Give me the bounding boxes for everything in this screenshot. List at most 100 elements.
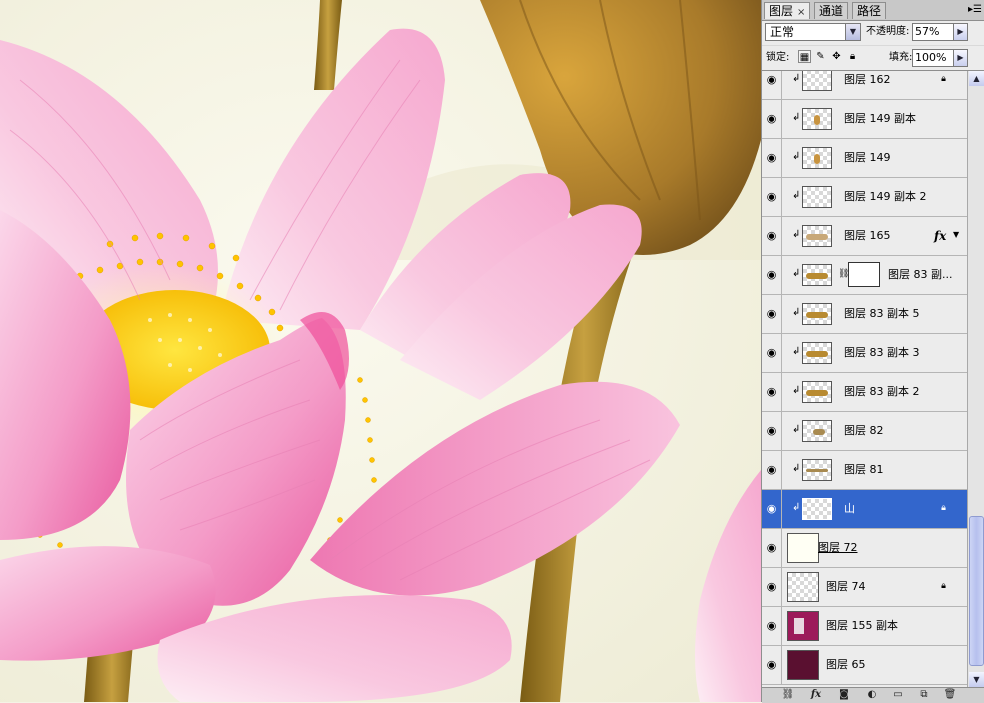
scroll-down-icon[interactable]: ▼ <box>969 672 984 687</box>
layer-thumbnail <box>802 147 832 169</box>
layer-thumbnail <box>787 572 819 602</box>
tab-channels[interactable]: 通道 <box>814 2 849 19</box>
tab-paths[interactable]: 路径 <box>852 2 887 19</box>
layer-row[interactable]: ◉ ↲ ⛓ 图层 83 副... <box>762 256 967 295</box>
clipping-arrow-icon: ↲ <box>792 463 801 474</box>
layer-name[interactable]: 图层 155 副本 <box>826 607 898 645</box>
layer-name[interactable]: 山 <box>844 490 855 528</box>
layer-row[interactable]: ◉ ↲ 图层 83 副本 2 <box>762 373 967 412</box>
layer-lock-icon: 🔒︎ <box>941 503 946 513</box>
layer-name[interactable]: 图层 83 副... <box>888 256 952 294</box>
eye-icon[interactable]: ◉ <box>762 607 782 645</box>
layer-name[interactable]: 图层 165 <box>844 217 891 255</box>
eye-icon[interactable]: ◉ <box>762 373 782 411</box>
chevron-down-icon[interactable]: ▼ <box>845 24 860 40</box>
fill-input[interactable]: 100% <box>912 49 954 67</box>
lock-all-icon[interactable]: 🔒︎ <box>846 50 859 63</box>
fill-slider-arrow-icon[interactable]: ▶ <box>954 49 968 67</box>
layer-thumbnail <box>802 342 832 364</box>
new-layer-icon[interactable]: ⧉ <box>916 688 932 702</box>
lock-transparent-pixels-icon[interactable]: ▦ <box>798 50 811 63</box>
adjustment-icon[interactable]: ◐ <box>864 688 880 702</box>
layer-name[interactable]: 图层 74 <box>826 568 866 606</box>
layer-name[interactable]: 图层 149 副本 <box>844 100 916 138</box>
clipping-arrow-icon: ↲ <box>792 190 801 201</box>
layer-row[interactable]: ◉ ↲ 图层 82 <box>762 412 967 451</box>
eye-icon[interactable]: ◉ <box>762 217 782 255</box>
tab-layers-label: 图层 <box>769 4 794 18</box>
layer-name[interactable]: 图层 83 副本 2 <box>844 373 920 411</box>
layer-name[interactable]: 图层 72 <box>818 529 858 567</box>
blend-mode-select[interactable]: 正常 ▼ <box>765 23 861 41</box>
close-tab-icon[interactable]: × <box>797 7 805 18</box>
layer-row[interactable]: ◉ ↲ 图层 162 🔒︎ <box>762 71 967 100</box>
layer-thumbnail <box>802 71 832 91</box>
clipping-arrow-icon: ↲ <box>792 73 801 84</box>
panel-menu-icon[interactable]: ▸☰ <box>967 3 983 17</box>
layer-row[interactable]: ◉ ↲ 图层 83 副本 5 <box>762 295 967 334</box>
scroll-up-icon[interactable]: ▲ <box>969 71 984 86</box>
layer-row[interactable]: ◉ ↲ 图层 81 <box>762 451 967 490</box>
eye-icon[interactable]: ◉ <box>762 412 782 450</box>
eye-icon[interactable]: ◉ <box>762 295 782 333</box>
layer-row[interactable]: ◉ ↲ 图层 149 <box>762 139 967 178</box>
layer-row-selected[interactable]: ◉ ↲ 山 🔒︎ <box>762 490 967 529</box>
layer-row[interactable]: ◉ ↲ 图层 83 副本 3 <box>762 334 967 373</box>
layers-list: ◉ ↲ 图层 162 🔒︎ ◉ ↲ 图层 149 副本 ◉ ↲ 图层 149 ◉… <box>762 71 967 687</box>
layer-row[interactable]: ◉ ↲ 图层 149 副本 <box>762 100 967 139</box>
eye-icon[interactable]: ◉ <box>762 334 782 372</box>
opacity-slider-arrow-icon[interactable]: ▶ <box>954 23 968 41</box>
layer-row[interactable]: ◉ ↲ 图层 165 fx ▼ <box>762 217 967 256</box>
eye-icon[interactable]: ◉ <box>762 256 782 294</box>
clipping-arrow-icon: ↲ <box>792 229 801 240</box>
layer-row[interactable]: ◉ 图层 155 副本 <box>762 607 967 646</box>
layer-mask-thumbnail[interactable] <box>848 262 880 287</box>
mask-icon[interactable]: ◙ <box>836 688 852 702</box>
layer-name[interactable]: 图层 83 副本 5 <box>844 295 920 333</box>
tab-layers[interactable]: 图层 × <box>764 2 811 19</box>
layer-name[interactable]: 图层 83 副本 3 <box>844 334 920 372</box>
scrollbar-thumb[interactable] <box>969 516 984 666</box>
fx-icon[interactable]: fx <box>934 229 946 243</box>
eye-icon[interactable]: ◉ <box>762 568 782 606</box>
layer-name[interactable]: 图层 65 <box>826 646 866 684</box>
layers-panel: 图层 × 通道 路径 ▸☰ 正常 ▼ 不透明度: 57% ▶ 锁定: ▦ ✎ ✥ … <box>761 0 984 703</box>
expand-effects-icon[interactable]: ▼ <box>953 230 959 239</box>
layer-name[interactable]: 图层 81 <box>844 451 884 489</box>
layer-row[interactable]: ◉ 图层 74 🔒︎ <box>762 568 967 607</box>
eye-icon[interactable]: ◉ <box>762 646 782 684</box>
layer-row[interactable]: ◉ 图层 65 <box>762 646 967 685</box>
clipping-arrow-icon: ↲ <box>792 502 801 513</box>
layer-name[interactable]: 图层 82 <box>844 412 884 450</box>
lock-position-icon[interactable]: ✥ <box>830 50 843 63</box>
clipping-arrow-icon: ↲ <box>792 112 801 123</box>
layer-thumbnail <box>802 108 832 130</box>
tab-channels-label: 通道 <box>819 4 844 18</box>
layer-row[interactable]: ◉ 图层 72 <box>762 529 967 568</box>
eye-icon[interactable]: ◉ <box>762 451 782 489</box>
layer-lock-icon: 🔒︎ <box>941 74 946 84</box>
eye-icon[interactable]: ◉ <box>762 178 782 216</box>
opacity-input[interactable]: 57% <box>912 23 954 41</box>
fx-icon[interactable]: fx <box>808 688 824 702</box>
fill-value: 100% <box>915 51 947 64</box>
eye-icon[interactable]: ◉ <box>762 139 782 177</box>
layer-name[interactable]: 图层 162 <box>844 71 891 99</box>
layer-row[interactable]: ◉ ↲ 图层 149 副本 2 <box>762 178 967 217</box>
opacity-label: 不透明度: <box>866 26 910 37</box>
layer-name[interactable]: 图层 149 副本 2 <box>844 178 926 216</box>
eye-icon[interactable]: ◉ <box>762 100 782 138</box>
layer-thumbnail <box>787 611 819 641</box>
eye-icon[interactable]: ◉ <box>762 71 782 99</box>
clipping-arrow-icon: ↲ <box>792 151 801 162</box>
layers-scrollbar[interactable]: ▲ ▼ <box>967 71 984 687</box>
layer-name[interactable]: 图层 149 <box>844 139 891 177</box>
document-canvas[interactable] <box>0 0 761 702</box>
link-icon[interactable]: ⛓ <box>780 688 796 702</box>
eye-icon[interactable]: ◉ <box>762 529 782 567</box>
trash-icon[interactable]: 🗑︎ <box>942 688 958 702</box>
eye-icon[interactable]: ◉ <box>762 490 782 528</box>
lock-row: 锁定: ▦ ✎ ✥ 🔒︎ 填充: 100% ▶ <box>762 46 984 71</box>
group-folder-icon[interactable]: ▭ <box>890 688 906 702</box>
lock-image-pixels-icon[interactable]: ✎ <box>814 50 827 63</box>
